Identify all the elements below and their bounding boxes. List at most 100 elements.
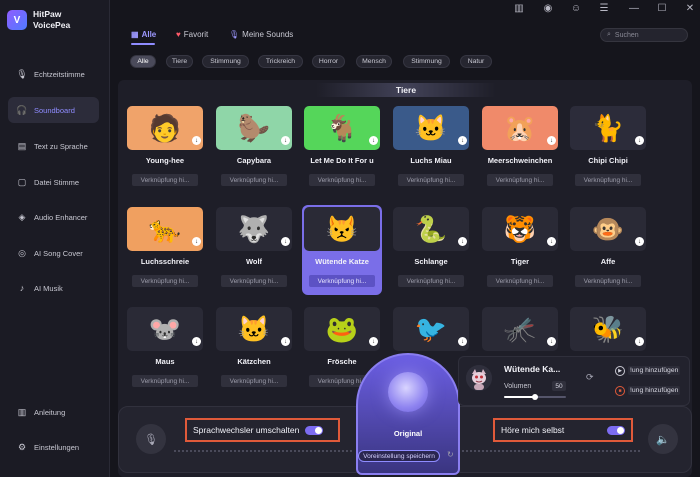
tab-alle[interactable]: ▦ Alle [131,30,156,39]
close-icon[interactable]: ✕ [683,2,697,14]
download-icon[interactable]: ↓ [192,337,201,346]
sidebar-item-anleitung[interactable]: ▥ Anleitung [8,399,99,425]
volume-slider-handle[interactable] [532,394,538,400]
sound-thumbnail: 🐸 [304,307,380,351]
download-icon[interactable]: ↓ [458,237,467,246]
download-icon[interactable]: ↓ [369,136,378,145]
download-icon[interactable]: ↓ [281,237,290,246]
download-icon[interactable]: ↓ [635,237,644,246]
sound-card[interactable]: 🐱 ↓ Kätzchen Verknüpfung hi... [214,305,294,395]
add-shortcut-button[interactable]: Verknüpfung hi... [132,174,198,186]
download-icon[interactable]: ↓ [458,136,467,145]
sound-card[interactable]: 😾 Wütende Katze Verknüpfung hi... [302,205,382,295]
sound-card[interactable]: 🐱 ↓ Luchs Miau Verknüpfung hi... [391,104,471,194]
add-shortcut-button[interactable]: Verknüpfung hi... [309,275,375,287]
sidebar-item-einstellungen[interactable]: ⚙ Einstellungen [8,434,99,460]
sound-card[interactable]: 🐍 ↓ Schlange Verknüpfung hi... [391,205,471,295]
add-shortcut-button[interactable]: Verknüpfung hi... [487,275,553,287]
add-shortcut-button[interactable]: Verknüpfung hi... [398,275,464,287]
sidebar-item-audio-enhancer[interactable]: ◈ Audio Enhancer [8,204,99,230]
sound-card[interactable]: 🧑 ↓ Young-hee Verknüpfung hi... [125,104,205,194]
download-icon[interactable]: ↓ [281,337,290,346]
download-icon[interactable]: ↓ [547,337,556,346]
sound-thumbnail: 🐯 [482,207,558,251]
filter-chip-tiere[interactable]: Tiere [166,55,193,68]
sound-name: Meerschweinchen [487,156,553,165]
voice-orb[interactable] [388,372,428,412]
hotkey-play-row[interactable]: ▶ !ung hinzufügen [615,364,690,377]
book-icon[interactable]: ▥ [512,2,526,14]
sound-card[interactable]: 🦫 ↓ Capybara Verknüpfung hi... [214,104,294,194]
sidebar-item-echtzeitstimme[interactable]: 🎙 Echtzeitstimme [8,61,99,87]
sidebar-item-soundboard[interactable]: 🎧 Soundboard [8,97,99,123]
tab-favorit[interactable]: ♥ Favorit [176,30,208,39]
hear-myself-switch[interactable] [607,425,625,435]
discord-icon[interactable]: ◉ [541,2,555,14]
add-shortcut-button[interactable]: Verknüpfung hi... [487,174,553,186]
volume-slider[interactable] [504,394,566,400]
sidebar-item-ai-song-cover[interactable]: ◎ AI Song Cover [8,240,99,266]
download-icon[interactable]: ↓ [192,136,201,145]
download-icon[interactable]: ↓ [458,337,467,346]
download-icon[interactable]: ↓ [281,136,290,145]
download-icon[interactable]: ↓ [192,237,201,246]
filter-chip-mensch[interactable]: Mensch [356,55,392,68]
add-shortcut-button[interactable]: Verknüpfung hi... [221,275,287,287]
voice-changer-switch[interactable] [305,425,324,435]
download-icon[interactable]: ↓ [635,136,644,145]
add-shortcut-button[interactable]: Verknüpfung hi... [575,275,641,287]
reset-icon[interactable]: ↻ [447,450,454,459]
download-icon[interactable]: ↓ [547,136,556,145]
voice-changer-toggle[interactable]: Sprachwechsler umschalten [185,418,340,442]
app-name-line1: HitPaw [33,9,62,19]
sound-card[interactable]: 🐯 ↓ Tiger Verknüpfung hi... [480,205,560,295]
microphone-button[interactable]: 🎙 [136,424,166,454]
sound-card[interactable]: 🐆 ↓ Luchsschreie Verknüpfung hi... [125,205,205,295]
sound-thumbnail: 🧑 [127,106,203,150]
sound-illustration-icon: 🐱 [414,112,448,143]
selected-voice-title: Wütende Ka... [504,364,561,374]
sidebar-item-text-zu-sprache[interactable]: ▤ Text zu Sprache [8,133,99,159]
download-icon[interactable]: ↓ [547,237,556,246]
sound-card[interactable]: 🐹 ↓ Meerschweinchen Verknüpfung hi... [480,104,560,194]
filter-chip-alle[interactable]: Alle [130,55,156,68]
brand[interactable]: V HitPaw VoicePea [7,9,70,31]
download-icon[interactable]: ↓ [369,337,378,346]
minimize-icon[interactable]: — [627,2,641,14]
filter-chip-stimmung-2[interactable]: Stimmung [403,55,450,68]
filter-chip-horror[interactable]: Horror [312,55,345,68]
add-shortcut-button[interactable]: Verknüpfung hi... [575,174,641,186]
filter-chip-stimmung[interactable]: Stimmung [202,55,249,68]
filter-chip-natur[interactable]: Natur [460,55,492,68]
filter-chip-trickreich[interactable]: Trickreich [258,55,303,68]
loop-icon[interactable]: ⟳ [586,372,594,383]
add-shortcut-button[interactable]: Verknüpfung hi... [221,375,287,387]
tab-meine-sounds[interactable]: 🎙 Meine Sounds [229,30,293,39]
sound-card[interactable]: 🐭 ↓ Maus Verknüpfung hi... [125,305,205,395]
speaker-button[interactable]: 🔈 [648,424,678,454]
hear-myself-label: Höre mich selbst [501,425,565,435]
sound-illustration-icon: 🐍 [414,213,448,244]
add-shortcut-button[interactable]: Verknüpfung hi... [132,375,198,387]
hear-myself-toggle[interactable]: Höre mich selbst [493,418,633,442]
sidebar-item-ai-musik[interactable]: ♪ AI Musik [8,275,99,301]
sound-card[interactable]: 🐺 ↓ Wolf Verknüpfung hi... [214,205,294,295]
download-icon[interactable]: ↓ [635,337,644,346]
maximize-icon[interactable]: ☐ [655,2,669,14]
sound-card[interactable]: 🐐 ↓ Let Me Do It For u Verknüpfung hi... [302,104,382,194]
search-input[interactable]: ⌕ Suchen [600,28,688,42]
sound-card[interactable]: 🐵 ↓ Affe Verknüpfung hi... [568,205,648,295]
sound-card[interactable]: 🐈 ↓ Chipi Chipi Verknüpfung hi... [568,104,648,194]
sound-thumbnail: 🐭 [127,307,203,351]
volume-value[interactable]: 50 [552,381,566,391]
add-shortcut-button[interactable]: Verknüpfung hi... [132,275,198,287]
sidebar-item-datei-stimme[interactable]: ▢ Datei Stimme [8,169,99,195]
hotkey-stop-row[interactable]: ■ !ung hinzufügen [615,384,690,397]
sound-name: Tiger [510,257,530,266]
add-shortcut-button[interactable]: Verknüpfung hi... [309,174,375,186]
user-icon[interactable]: ☺ [569,2,583,14]
menu-icon[interactable]: ☰ [597,2,611,14]
add-shortcut-button[interactable]: Verknüpfung hi... [398,174,464,186]
save-preset-button[interactable]: Voreinstellung speichern [358,450,440,462]
add-shortcut-button[interactable]: Verknüpfung hi... [221,174,287,186]
